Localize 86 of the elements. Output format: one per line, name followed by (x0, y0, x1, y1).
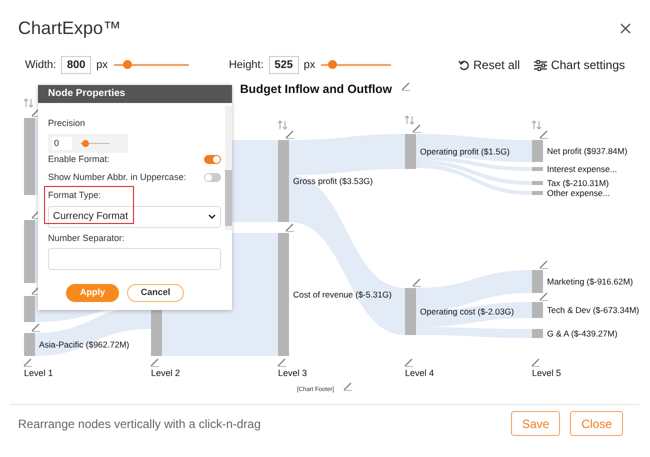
node-label: Gross profit ($3.53G) (293, 176, 373, 186)
pencil-icon[interactable] (278, 358, 286, 367)
pencil-icon[interactable] (32, 210, 40, 219)
sort-arrows-icon[interactable] (532, 120, 542, 130)
node-bar[interactable] (532, 302, 543, 318)
pencil-icon[interactable] (32, 286, 40, 295)
format-dropdown[interactable]: Currency Format (48, 206, 221, 228)
unit-label: px (96, 58, 108, 73)
node-label: Tax ($-210.31M) (547, 178, 609, 188)
node-bar[interactable] (405, 134, 416, 169)
slider-thumb[interactable] (82, 140, 88, 147)
node-label: G & A ($-439.27M) (547, 328, 618, 338)
node-label: Net profit ($937.84M) (547, 146, 628, 156)
node-label: Marketing ($-916.62M) (547, 276, 633, 286)
panel-title: Node Properties (48, 87, 126, 102)
pencil-icon[interactable] (412, 278, 422, 287)
node-bar[interactable] (405, 288, 416, 335)
pencil-icon[interactable] (412, 124, 422, 133)
node-bar[interactable] (24, 118, 35, 195)
close-icon (620, 22, 630, 34)
pencil-icon[interactable] (532, 358, 540, 367)
pencil-icon[interactable] (24, 358, 32, 367)
node-bar[interactable] (532, 167, 543, 171)
sliders-icon (534, 60, 547, 70)
pencil-icon[interactable] (286, 130, 294, 139)
field-label: Number Separator: (48, 232, 126, 245)
node-bar[interactable] (532, 140, 543, 162)
chart-title: Budget Inflow and Outflow (240, 82, 392, 96)
slider-thumb[interactable] (328, 60, 337, 69)
node-label: Asia-Pacific ($962.72M) (39, 340, 130, 350)
close-button[interactable] (618, 21, 632, 35)
node-bar[interactable] (24, 220, 35, 283)
separator-input[interactable] (48, 248, 221, 270)
field-label: Precision (48, 116, 86, 130)
scrollbar-thumb[interactable] (225, 170, 232, 226)
pencil-icon[interactable] (32, 108, 40, 117)
pencil-icon[interactable] (150, 358, 160, 367)
number-input[interactable]: 525 (268, 56, 299, 74)
undo-icon (458, 59, 470, 71)
level-label: Level 4 (405, 368, 434, 378)
pencil-icon[interactable] (404, 358, 414, 367)
pencil-icon[interactable] (540, 292, 548, 301)
pencil-icon[interactable] (540, 260, 548, 269)
node-label: Other expense... (547, 188, 610, 198)
pencil-icon[interactable] (286, 224, 294, 232)
node-bar[interactable] (24, 333, 35, 356)
sort-arrows-icon[interactable] (404, 115, 414, 125)
chevron-down-icon (208, 214, 216, 219)
field-label: Height: (228, 58, 264, 73)
slider-thumb[interactable] (123, 60, 132, 69)
pencil-icon[interactable] (402, 82, 410, 91)
reset-button[interactable]: Reset all (458, 56, 520, 74)
node-label: Interest expense... (547, 164, 617, 174)
window-title: ChartExpo™ (18, 16, 122, 40)
node-label: Cost of revenue ($-5.31G) (293, 290, 392, 300)
precision-input[interactable]: 0 (52, 137, 72, 150)
sort-arrows-icon[interactable] (278, 120, 288, 130)
toggle-label: Enable Format: (48, 153, 110, 166)
number-input[interactable]: 800 (61, 56, 92, 74)
node-bar[interactable] (24, 296, 35, 322)
pencil-icon[interactable] (32, 324, 40, 332)
node-label: Operating profit ($1.5G) (420, 146, 510, 156)
node-bar[interactable] (532, 181, 543, 185)
node-bar[interactable] (532, 270, 543, 293)
sort-arrows-icon[interactable] (24, 98, 34, 108)
unit-label: px (304, 58, 316, 73)
hint-text: Rearrange nodes vertically with a click-n-drag (18, 416, 261, 432)
level-label: Level 1 (24, 368, 54, 378)
node-label: Operating cost ($-2.03G) (420, 306, 514, 316)
toggle-label: Show Number Abbr. in Uppercase: (48, 170, 186, 184)
node-bar[interactable] (278, 233, 289, 356)
node-bar[interactable] (278, 140, 289, 222)
node-label: Tech & Dev ($-673.34M) (547, 305, 640, 315)
node-bar[interactable] (532, 329, 543, 338)
dialog-button[interactable]: Cancel (127, 284, 184, 302)
level-label: Level 3 (278, 368, 308, 378)
pencil-icon[interactable] (540, 130, 548, 139)
chart-settings-button[interactable]: Chart settings (534, 56, 625, 74)
field-label: Width: (25, 58, 56, 73)
pencil-icon[interactable] (344, 382, 352, 391)
field-label: Format Type: (48, 189, 102, 202)
toggle-switch[interactable] (204, 172, 221, 182)
node-bar[interactable] (532, 191, 543, 195)
level-label: Level 2 (151, 368, 180, 378)
toggle-switch[interactable] (204, 155, 221, 164)
level-label: Level 5 (532, 368, 562, 378)
